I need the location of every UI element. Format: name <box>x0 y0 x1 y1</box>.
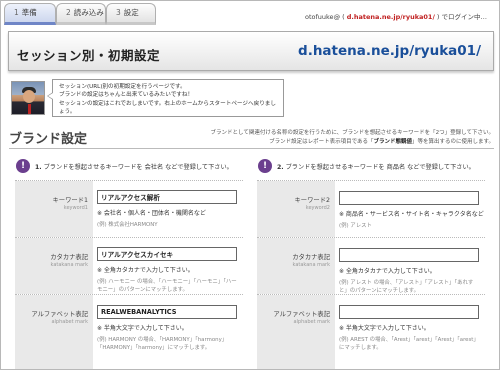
tab-step-3[interactable]: 3 設定 <box>106 3 156 25</box>
intro-line: セッション(URL)別の初期設定を行うページです。 <box>59 84 186 90</box>
column-heading: ! 1. ブランドを想起させるキーワードを 会社名 などで登録して下さい。 <box>15 156 243 180</box>
keyword2-input[interactable] <box>339 191 479 205</box>
label-sub: keyword1 <box>63 205 88 211</box>
field-example: (例) AREST の場合、「Arest」「arest」「Arest」「ares… <box>339 337 479 351</box>
intro-line: ブランドの設定はちゃんと出来ているみたいですね！ <box>59 92 194 99</box>
form-row-katakana1: カタカナ表記katakana mark ※ 全角カタカナで入力して下さい。 (例… <box>15 237 243 294</box>
login-status-text: でログイン中… <box>441 13 488 21</box>
field-label: キーワード1 keyword1 <box>15 181 93 237</box>
user-id[interactable]: otofuuke <box>305 13 334 21</box>
step-number: 3 <box>116 8 121 17</box>
step-number: 2 <box>66 8 71 17</box>
label-sub: alphabet mark <box>293 319 330 325</box>
form-row-alphabet1: アルファベット表記alphabet mark ※ 半角大文字で入力して下さい。 … <box>15 294 243 369</box>
field-note: ※ 全角カタカナで入力して下さい。 <box>97 267 194 274</box>
keyword1-input[interactable] <box>97 190 237 204</box>
brand-keyword-2-column: ! 2. ブランドを想起させるキーワードを 商品名 などで登録して下さい。 キー… <box>257 156 485 369</box>
field-example: (例) アレスト <box>339 223 372 229</box>
field-note: ※ 全角カタカナで入力して下さい。 <box>339 268 436 275</box>
label-sub: katakana mark <box>50 262 88 268</box>
exclamation-icon: ! <box>16 159 30 173</box>
brand-section-description: ブランドとして関連付ける名称の設定を行うために、ブランドを想起させるキーワードを… <box>206 129 494 147</box>
page-header: セッション別・初期設定 d.hatena.ne.jp/ryuka01/ <box>8 31 494 71</box>
avatar-face <box>23 90 35 103</box>
field-note: ※ 半角大文字で入力して下さい。 <box>339 325 430 332</box>
field-note: ※ 会社名・個人名・団体名・機関名など <box>97 210 206 217</box>
brand-desc-line: ブランドとして関連付ける名称の設定を行うために、ブランドを想起させるキーワードを… <box>210 130 494 136</box>
user-host-link[interactable]: d.hatena.ne.jp/ryuka01/ <box>347 13 435 21</box>
katakana2-input[interactable] <box>339 248 479 262</box>
field-label: アルファベット表記 alphabet mark <box>257 295 335 369</box>
login-status: otofuuke@ ( d.hatena.ne.jp/ryuka01/ ) でロ… <box>305 13 488 21</box>
section-divider <box>9 148 494 149</box>
column-heading: ! 2. ブランドを想起させるキーワードを 商品名 などで登録して下さい。 <box>257 156 485 180</box>
field-label: カタカナ表記 katakana mark <box>257 238 335 294</box>
step-label: 読み込み <box>73 8 104 17</box>
katakana1-input[interactable] <box>97 247 237 261</box>
field-note: ※ 半角大文字で入力して下さい。 <box>97 325 188 332</box>
step-label: 準備 <box>21 8 37 17</box>
field-example: (例) 株式会社HARMONY <box>97 222 158 228</box>
field-label: カタカナ表記 katakana mark <box>15 238 93 294</box>
avatar <box>11 81 45 115</box>
avatar-tie <box>28 104 31 114</box>
label-text: カタカナ表記 <box>292 254 330 261</box>
label-text: キーワード1 <box>52 197 89 204</box>
alphabet2-input[interactable] <box>339 305 479 319</box>
label-text: アルファベット表記 <box>273 311 330 318</box>
step-label: 設定 <box>123 8 139 17</box>
brand-section-title: ブランド設定 <box>9 132 88 147</box>
heading-text: ブランドを想起させるキーワードを 会社名 などで登録して下さい。 <box>43 164 233 171</box>
intro-line: セッションの設定はこれでおしまいです。右上のホームからスタートページへ戻りましょ… <box>59 100 276 116</box>
step-number: 1 <box>14 8 19 17</box>
label-text: カタカナ表記 <box>50 254 88 261</box>
form-row-keyword2: キーワード2 keyword2 ※ 商品名・サービス名・サイト名・キャラクタ名など… <box>257 180 485 237</box>
label-text: キーワード2 <box>294 197 331 204</box>
alphabet1-input[interactable] <box>97 305 237 319</box>
field-label: アルファベット表記 alphabet mark <box>15 295 93 369</box>
user-at: @ <box>333 13 341 21</box>
intro-speech-bubble: セッション(URL)別の初期設定を行うページです。 ブランドの設定はちゃんと出来… <box>47 79 284 117</box>
label-text: アルファベット表記 <box>31 311 88 318</box>
brand-desc-bold: ブランド態観値 <box>373 139 413 145</box>
label-sub: katakana mark <box>292 262 330 268</box>
brand-desc-text: ブランド設定はレポート表示項目である「 <box>269 139 374 145</box>
brand-keyword-1-column: ! 1. ブランドを想起させるキーワードを 会社名 などで登録して下さい。 キー… <box>15 156 243 369</box>
field-example: (例) HARMONY の場合、「HARMONY」「harmony」「HARMO… <box>97 337 228 351</box>
exclamation-icon: ! <box>258 159 272 173</box>
label-sub: keyword2 <box>305 205 330 211</box>
page-frame: 1 準備 2 読み込み 3 設定 otofuuke@ ( d.hatena.ne.jp… <box>0 0 500 370</box>
form-row-alphabet2: アルファベット表記 alphabet mark ※ 半角大文字で入力して下さい。 … <box>257 294 485 369</box>
brand-desc-text: 」等を算出するのに使用します。 <box>412 139 494 145</box>
field-example: (例) ハーモニー の場合、「ハーモニー」「ハーモニ」「ハーモニー」のパターンに… <box>97 279 237 293</box>
page-title: セッション別・初期設定 <box>17 48 161 63</box>
field-note: ※ 商品名・サービス名・サイト名・キャラクタ名など <box>339 211 484 218</box>
heading-number: 1. <box>35 164 42 171</box>
label-sub: alphabet mark <box>51 319 88 325</box>
field-label: キーワード2 keyword2 <box>257 181 335 237</box>
tab-step-1[interactable]: 1 準備 <box>4 3 56 25</box>
heading-text: ブランドを想起させるキーワードを 商品名 などで登録して下さい。 <box>285 164 475 171</box>
heading-number: 2. <box>277 164 284 171</box>
form-row-katakana2: カタカナ表記 katakana mark ※ 全角カタカナで入力して下さい。 (例… <box>257 237 485 294</box>
session-domain: d.hatena.ne.jp/ryuka01/ <box>298 43 481 59</box>
form-row-keyword1: キーワード1keyword1 ※ 会社名・個人名・団体名・機関名など (例) 株… <box>15 180 243 237</box>
field-example: (例) アレスト の場合、「アレスト」「アレスト」「あれすと」のパターンにマッチ… <box>339 280 474 294</box>
tab-step-2[interactable]: 2 読み込み <box>56 3 106 25</box>
